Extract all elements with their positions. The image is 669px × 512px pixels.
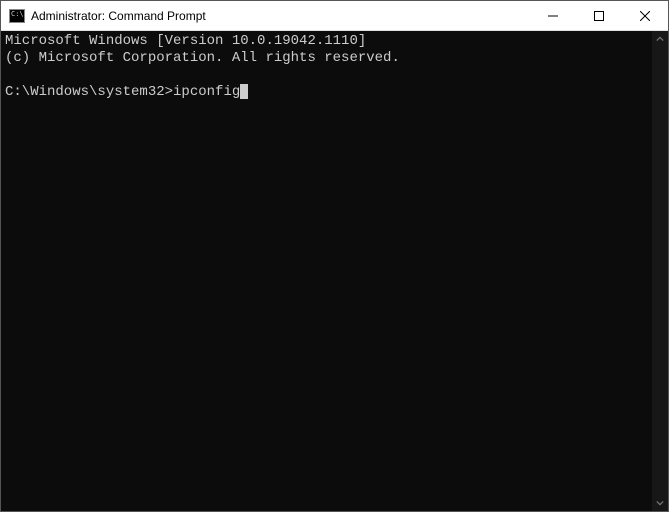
close-icon <box>640 11 650 21</box>
maximize-icon <box>594 11 604 21</box>
copyright-line: (c) Microsoft Corporation. All rights re… <box>5 50 400 66</box>
command-prompt-window: Administrator: Command Prompt Microsoft <box>0 0 669 512</box>
version-line: Microsoft Windows [Version 10.0.19042.11… <box>5 33 366 49</box>
window-controls <box>530 1 668 30</box>
terminal-output[interactable]: Microsoft Windows [Version 10.0.19042.11… <box>1 31 652 511</box>
window-title: Administrator: Command Prompt <box>31 9 530 23</box>
close-button[interactable] <box>622 1 668 30</box>
minimize-icon <box>548 11 558 21</box>
scrollbar[interactable] <box>652 31 668 511</box>
scroll-up-button[interactable] <box>652 31 668 47</box>
minimize-button[interactable] <box>530 1 576 30</box>
text-cursor <box>240 84 248 99</box>
maximize-button[interactable] <box>576 1 622 30</box>
chevron-down-icon <box>656 499 664 507</box>
scroll-down-button[interactable] <box>652 495 668 511</box>
titlebar[interactable]: Administrator: Command Prompt <box>1 1 668 31</box>
app-icon <box>9 9 25 23</box>
terminal-area: Microsoft Windows [Version 10.0.19042.11… <box>1 31 668 511</box>
command-text: ipconfig <box>173 84 240 100</box>
chevron-up-icon <box>656 35 664 43</box>
prompt-text: C:\Windows\system32> <box>5 84 173 100</box>
